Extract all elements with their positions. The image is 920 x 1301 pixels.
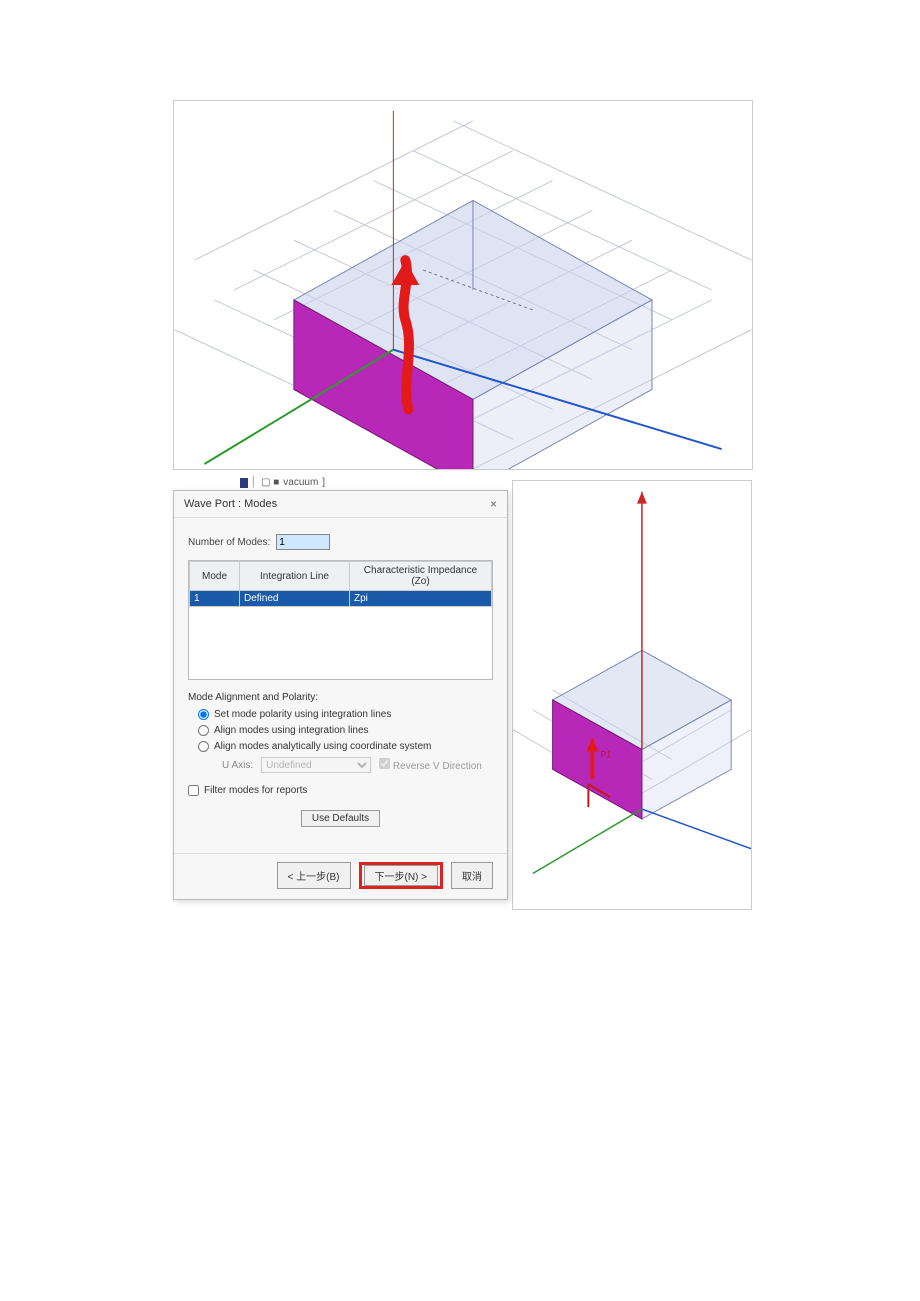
radio-set-polarity-label: Set mode polarity using integration line… [214, 709, 391, 720]
port-label: P1 [600, 749, 611, 759]
cancel-button[interactable]: 取消 [451, 862, 493, 889]
col-zo: Characteristic Impedance (Zo) [350, 562, 492, 591]
next-button[interactable]: 下一步(N) > [364, 865, 439, 886]
legend-bar: ⎜ ▢ ■ vacuum ] [240, 477, 325, 488]
back-button[interactable]: < 上一步(B) [277, 862, 351, 889]
close-icon[interactable]: × [490, 497, 497, 511]
modes-table[interactable]: Mode Integration Line Characteristic Imp… [188, 560, 493, 680]
filter-modes-input[interactable] [188, 785, 199, 796]
wave-port-modes-dialog: Wave Port : Modes × Number of Modes: Mod… [173, 490, 508, 900]
legend-sep: ⎜ [252, 477, 257, 488]
filter-modes-check[interactable]: Filter modes for reports [188, 785, 493, 796]
legend-eye-icon: ▢ ■ [261, 477, 279, 488]
next-button-highlight: 下一步(N) > [359, 862, 444, 889]
dialog-title: Wave Port : Modes [184, 498, 277, 510]
radio-align-coord-label: Align modes analytically using coordinat… [214, 741, 431, 752]
radio-align-coord[interactable]: Align modes analytically using coordinat… [198, 741, 493, 752]
viewport-top[interactable] [173, 100, 753, 470]
scene-right: P1 [513, 481, 751, 909]
uaxis-label: U Axis: [222, 760, 253, 771]
radio-align-coord-input[interactable] [198, 741, 209, 752]
reverse-v-label: Reverse V Direction [393, 761, 482, 772]
align-label: Mode Alignment and Polarity: [188, 692, 493, 703]
table-row[interactable]: 1 Defined Zpi [190, 591, 492, 607]
radio-set-polarity[interactable]: Set mode polarity using integration line… [198, 709, 493, 720]
use-defaults-button[interactable]: Use Defaults [301, 810, 380, 827]
legend-swatch [240, 478, 248, 488]
filter-modes-label: Filter modes for reports [204, 785, 307, 796]
cell-mode: 1 [190, 591, 240, 607]
cell-intline: Defined [240, 591, 350, 607]
radio-align-int-input[interactable] [198, 725, 209, 736]
scene-top [174, 101, 752, 469]
col-mode: Mode [190, 562, 240, 591]
uaxis-select: Undefined [261, 757, 371, 773]
viewport-right[interactable]: P1 [512, 480, 752, 910]
reverse-v-input [379, 758, 390, 769]
radio-align-int[interactable]: Align modes using integration lines [198, 725, 493, 736]
radio-set-polarity-input[interactable] [198, 709, 209, 720]
reverse-v-check: Reverse V Direction [379, 758, 482, 772]
legend-material: vacuum [283, 477, 318, 488]
num-modes-input[interactable] [276, 534, 330, 550]
radio-align-int-label: Align modes using integration lines [214, 725, 369, 736]
num-modes-label: Number of Modes: [188, 537, 270, 548]
legend-bracket: ] [322, 477, 325, 488]
cell-zo: Zpi [350, 591, 492, 607]
col-intline: Integration Line [240, 562, 350, 591]
